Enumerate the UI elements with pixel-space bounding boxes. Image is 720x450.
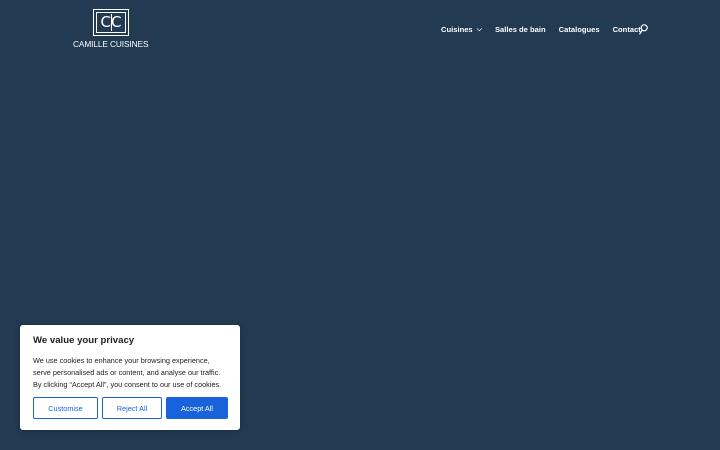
nav-item-label: Contact [612,24,641,34]
accept-all-button[interactable]: Accept All [166,397,228,419]
nav-item-contact[interactable]: Contact [613,25,641,34]
logo-letters: CC [100,13,122,31]
chevron-down-icon: ⌵ [476,25,482,33]
cookie-banner-title: We value your privacy [33,335,135,346]
cookie-banner-text: We use cookies to enhance your browsing … [33,356,222,389]
main-nav: Cuisines ⌵ Salles de bain Catalogues Con… [441,22,654,36]
logo-link[interactable]: CC CAMILLE CUISINES [73,9,153,49]
nav-item-label: Salles de bain [494,24,546,34]
nav-item-cuisines[interactable]: Cuisines ⌵ [441,25,482,34]
site-header: CC CAMILLE CUISINES Cuisines ⌵ Salles de… [0,0,720,58]
page: CC CAMILLE CUISINES Cuisines ⌵ Salles de… [0,0,720,450]
search-icon[interactable] [639,24,648,35]
customise-button[interactable]: Customise [33,397,98,419]
logo-monogram: CC [93,9,129,36]
nav-item-salles-de-bain[interactable]: Salles de bain [495,25,546,34]
nav-item-label: Catalogues [558,24,600,34]
nav-item-label: Cuisines [441,24,473,34]
logo-text: CAMILLE CUISINES [73,39,149,49]
reject-all-button[interactable]: Reject All [102,397,162,419]
nav-item-catalogues[interactable]: Catalogues [559,25,600,34]
cookie-banner-actions: Customise Reject All Accept All [33,397,228,419]
cookie-consent-banner: We value your privacy We use cookies to … [20,325,240,430]
